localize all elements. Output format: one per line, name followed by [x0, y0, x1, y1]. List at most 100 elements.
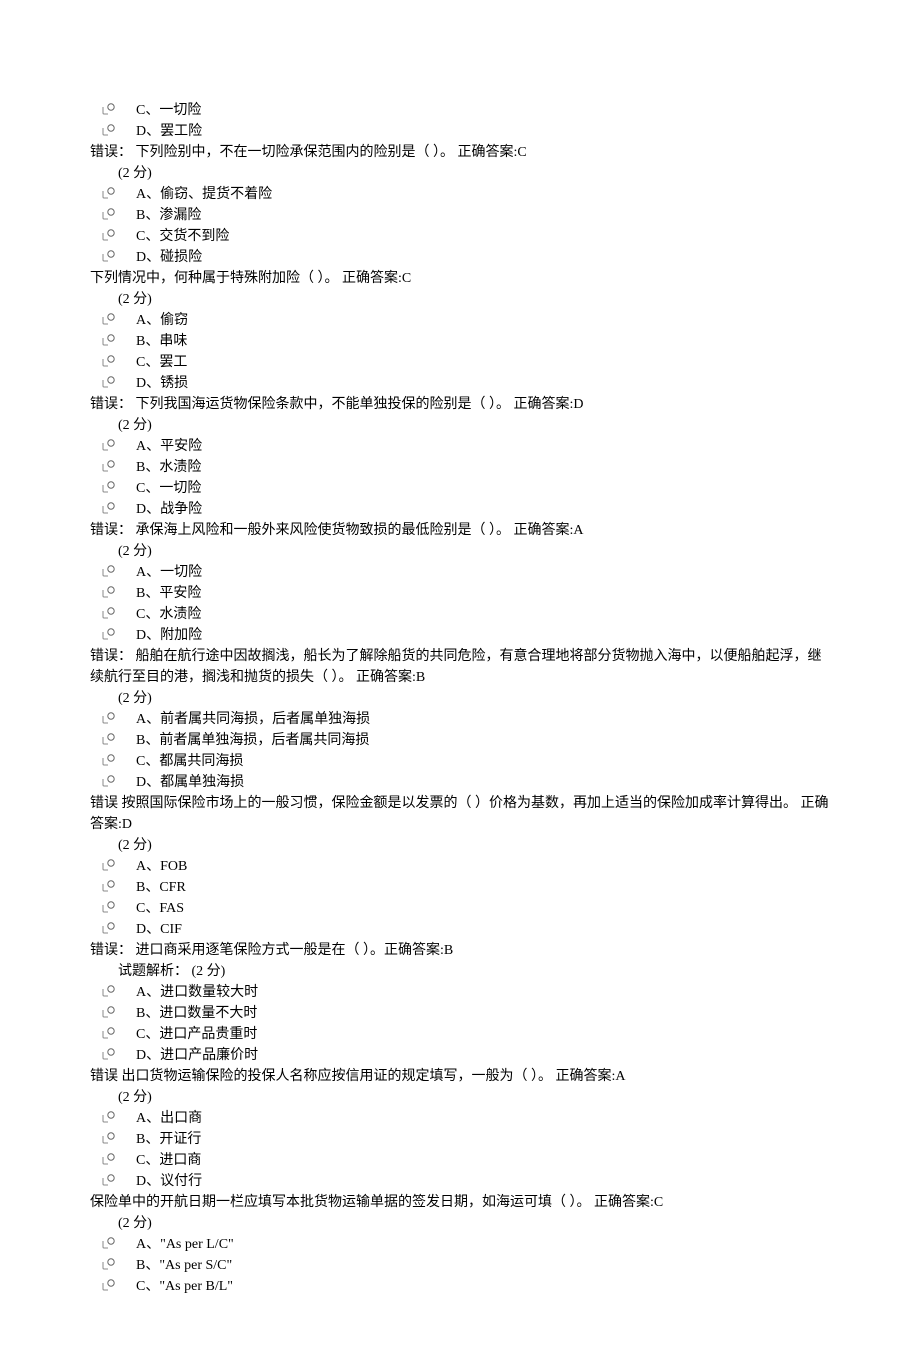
radio-icon[interactable]	[102, 858, 120, 872]
question-stem: 错误： 下列我国海运货物保险条款中，不能单独投保的险别是（ ）。 正确答案:D	[90, 394, 830, 415]
option-text: D、进口产品廉价时	[136, 1045, 258, 1066]
answer-option[interactable]: A、FOB	[102, 856, 830, 877]
question-stem: 错误： 船舶在航行途中因故搁浅，船长为了解除船货的共同危险，有意合理地将部分货物…	[90, 646, 830, 688]
answer-option[interactable]: B、水渍险	[102, 457, 830, 478]
option-text: A、平安险	[136, 436, 202, 457]
radio-icon[interactable]	[102, 1026, 120, 1040]
question-stem: 错误 按照国际保险市场上的一般习惯，保险金额是以发票的（ ）价格为基数，再加上适…	[90, 793, 830, 835]
question-points: (2 分)	[118, 163, 830, 184]
option-text: C、都属共同海损	[136, 751, 243, 772]
radio-icon[interactable]	[102, 459, 120, 473]
answer-option[interactable]: A、进口数量较大时	[102, 982, 830, 1003]
radio-icon[interactable]	[102, 123, 120, 137]
radio-icon[interactable]	[102, 375, 120, 389]
answer-option[interactable]: C、都属共同海损	[102, 751, 830, 772]
answer-option[interactable]: A、平安险	[102, 436, 830, 457]
answer-option[interactable]: D、议付行	[102, 1171, 830, 1192]
question-stem: 错误： 进口商采用逐笔保险方式一般是在（ ）。正确答案:B	[90, 940, 830, 961]
answer-option[interactable]: C、罢工	[102, 352, 830, 373]
option-text: B、开证行	[136, 1129, 201, 1150]
answer-option[interactable]: B、进口数量不大时	[102, 1003, 830, 1024]
radio-icon[interactable]	[102, 585, 120, 599]
answer-option[interactable]: C、FAS	[102, 898, 830, 919]
option-text: A、FOB	[136, 856, 187, 877]
answer-option[interactable]: B、渗漏险	[102, 205, 830, 226]
answer-option[interactable]: C、交货不到险	[102, 226, 830, 247]
answer-option[interactable]: A、偷窃、提货不着险	[102, 184, 830, 205]
answer-option[interactable]: D、CIF	[102, 919, 830, 940]
question-points: 试题解析： (2 分)	[118, 961, 830, 982]
answer-option[interactable]: D、战争险	[102, 499, 830, 520]
question-stem: 保险单中的开航日期一栏应填写本批货物运输单据的签发日期，如海运可填（ ）。 正确…	[90, 1192, 830, 1213]
radio-icon[interactable]	[102, 900, 120, 914]
radio-icon[interactable]	[102, 186, 120, 200]
radio-icon[interactable]	[102, 1110, 120, 1124]
radio-icon[interactable]	[102, 480, 120, 494]
answer-option[interactable]: A、前者属共同海损，后者属单独海损	[102, 709, 830, 730]
option-text: C、FAS	[136, 898, 184, 919]
radio-icon[interactable]	[102, 879, 120, 893]
question-stem: 下列情况中，何种属于特殊附加险（ ）。 正确答案:C	[90, 268, 830, 289]
option-text: A、偷窃	[136, 310, 188, 331]
radio-icon[interactable]	[102, 732, 120, 746]
radio-icon[interactable]	[102, 354, 120, 368]
answer-option[interactable]: A、偷窃	[102, 310, 830, 331]
answer-option[interactable]: D、碰损险	[102, 247, 830, 268]
radio-icon[interactable]	[102, 249, 120, 263]
radio-icon[interactable]	[102, 1152, 120, 1166]
option-text: C、"As per B/L"	[136, 1276, 233, 1297]
question-points: (2 分)	[118, 541, 830, 562]
answer-option[interactable]: B、前者属单独海损，后者属共同海损	[102, 730, 830, 751]
answer-option[interactable]: C、进口商	[102, 1150, 830, 1171]
radio-icon[interactable]	[102, 1131, 120, 1145]
radio-icon[interactable]	[102, 711, 120, 725]
radio-icon[interactable]	[102, 102, 120, 116]
radio-icon[interactable]	[102, 1236, 120, 1250]
answer-option[interactable]: B、平安险	[102, 583, 830, 604]
option-text: A、前者属共同海损，后者属单独海损	[136, 709, 370, 730]
radio-icon[interactable]	[102, 627, 120, 641]
radio-icon[interactable]	[102, 1047, 120, 1061]
answer-option[interactable]: D、附加险	[102, 625, 830, 646]
radio-icon[interactable]	[102, 228, 120, 242]
question-stem: 错误 出口货物运输保险的投保人名称应按信用证的规定填写，一般为（ ）。 正确答案…	[90, 1066, 830, 1087]
answer-option[interactable]: B、开证行	[102, 1129, 830, 1150]
radio-icon[interactable]	[102, 312, 120, 326]
answer-option[interactable]: A、出口商	[102, 1108, 830, 1129]
option-text: D、CIF	[136, 919, 182, 940]
option-text: B、渗漏险	[136, 205, 201, 226]
radio-icon[interactable]	[102, 774, 120, 788]
radio-icon[interactable]	[102, 1173, 120, 1187]
answer-option[interactable]: B、"As per S/C"	[102, 1255, 830, 1276]
option-text: D、议付行	[136, 1171, 202, 1192]
answer-option[interactable]: D、进口产品廉价时	[102, 1045, 830, 1066]
radio-icon[interactable]	[102, 984, 120, 998]
question-points: (2 分)	[118, 415, 830, 436]
radio-icon[interactable]	[102, 753, 120, 767]
answer-option[interactable]: C、"As per B/L"	[102, 1276, 830, 1297]
answer-option[interactable]: C、一切险	[102, 100, 830, 121]
radio-icon[interactable]	[102, 1005, 120, 1019]
answer-option[interactable]: C、进口产品贵重时	[102, 1024, 830, 1045]
radio-icon[interactable]	[102, 564, 120, 578]
radio-icon[interactable]	[102, 921, 120, 935]
answer-option[interactable]: A、一切险	[102, 562, 830, 583]
answer-option[interactable]: A、"As per L/C"	[102, 1234, 830, 1255]
option-text: C、罢工	[136, 352, 187, 373]
radio-icon[interactable]	[102, 1257, 120, 1271]
answer-option[interactable]: D、锈损	[102, 373, 830, 394]
answer-option[interactable]: C、一切险	[102, 478, 830, 499]
radio-icon[interactable]	[102, 207, 120, 221]
radio-icon[interactable]	[102, 438, 120, 452]
answer-option[interactable]: D、罢工险	[102, 121, 830, 142]
answer-option[interactable]: B、CFR	[102, 877, 830, 898]
option-text: A、"As per L/C"	[136, 1234, 234, 1255]
radio-icon[interactable]	[102, 1278, 120, 1292]
option-text: D、锈损	[136, 373, 188, 394]
answer-option[interactable]: B、串味	[102, 331, 830, 352]
answer-option[interactable]: D、都属单独海损	[102, 772, 830, 793]
answer-option[interactable]: C、水渍险	[102, 604, 830, 625]
radio-icon[interactable]	[102, 606, 120, 620]
radio-icon[interactable]	[102, 333, 120, 347]
radio-icon[interactable]	[102, 501, 120, 515]
